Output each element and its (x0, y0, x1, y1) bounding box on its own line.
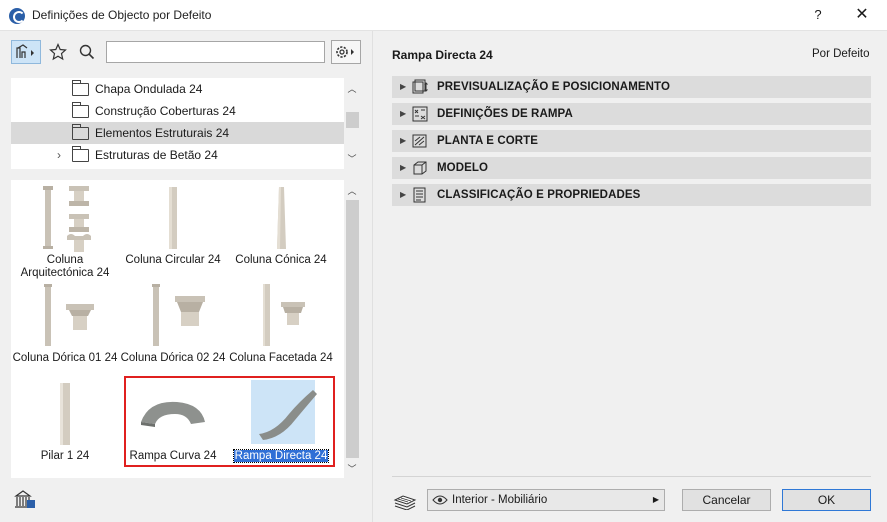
gallery-item[interactable]: Coluna Facetada 24 (227, 282, 335, 378)
gallery-item-label: Coluna Arquitectónica 24 (20, 254, 110, 279)
gallery-item-label: Pilar 1 24 (40, 450, 90, 462)
default-label: Por Defeito (812, 48, 870, 60)
column-circular-icon (169, 187, 177, 249)
expand-arrow-icon: ▶ (400, 109, 407, 118)
section-preview-positioning[interactable]: ▶ PREVISUALIZAÇÃO E POSICIONAMENTO (392, 76, 871, 98)
object-type-button[interactable] (11, 40, 41, 64)
object-type-icon (16, 44, 34, 58)
expand-arrow-icon: ▶ (400, 136, 407, 145)
title-bar: Definições de Objecto por Defeito ? ✕ (0, 0, 887, 31)
tree-item-label: Chapa Ondulada 24 (95, 82, 203, 96)
gallery-item-label: Coluna Facetada 24 (229, 352, 333, 364)
chevron-right-icon[interactable]: › (57, 148, 61, 162)
dropdown-arrow-icon: ▶ (652, 495, 659, 504)
scroll-down-icon[interactable]: ﹀ (344, 462, 360, 475)
gallery-item[interactable]: Coluna Cónica 24 (227, 184, 335, 280)
preview-icon (412, 79, 428, 94)
tree-item[interactable]: Construção Coberturas 24 (11, 100, 344, 122)
column-doric-2-icon (152, 284, 205, 346)
scroll-down-icon[interactable]: ﹀ (344, 152, 360, 165)
column-faceted-icon (263, 284, 305, 346)
ok-button[interactable]: OK (782, 489, 871, 511)
scroll-up-icon[interactable]: ︿ (344, 184, 360, 197)
tree-item-label: Construção Coberturas 24 (95, 104, 236, 118)
tree-item-selected[interactable]: Elementos Estruturais 24 (11, 122, 344, 144)
scrollbar-thumb[interactable] (346, 200, 359, 458)
library-icon (14, 490, 35, 508)
close-button[interactable]: ✕ (850, 4, 874, 26)
gallery-scrollbar[interactable]: ︿ ﹀ (344, 180, 361, 478)
gallery-item[interactable]: Pilar 1 24 (11, 380, 119, 476)
section-model[interactable]: ▶ MODELO (392, 157, 871, 179)
section-label: MODELO (437, 162, 489, 174)
selection-highlight-frame (124, 376, 335, 467)
gallery-item[interactable]: Coluna Dórica 01 24 (11, 282, 119, 378)
gear-icon (336, 46, 354, 58)
scroll-up-icon[interactable]: ︿ (344, 82, 360, 95)
section-floor-plan-section[interactable]: ▶ PLANTA E CORTE (392, 130, 871, 152)
floor-plan-icon (412, 134, 427, 148)
tree-item-label: Estruturas de Betão 24 (95, 148, 218, 162)
layer-icon (393, 495, 417, 510)
tree-item-label: Elementos Estruturais 24 (95, 126, 230, 140)
layer-value: Interior - Mobiliário (452, 494, 548, 506)
pillar-icon (60, 383, 70, 445)
tree-item[interactable]: › Estruturas de Betão 24 (11, 144, 344, 166)
search-input[interactable] (106, 41, 325, 63)
gallery-item[interactable]: Coluna Dórica 02 24 (119, 282, 227, 378)
settings-menu-button[interactable] (331, 40, 361, 64)
folder-icon (72, 80, 89, 96)
archicad-app-icon (9, 8, 25, 24)
gallery-item[interactable]: Coluna Arquitectónica 24 (11, 184, 119, 280)
expand-arrow-icon: ▶ (400, 163, 407, 172)
cancel-button[interactable]: Cancelar (682, 489, 771, 511)
classification-icon (413, 187, 426, 203)
gallery-item-label: Coluna Dórica 01 24 (12, 352, 118, 364)
tree-item[interactable]: Chapa Ondulada 24 (11, 78, 344, 100)
object-name-label: Rampa Directa 24 (392, 48, 493, 62)
section-label: CLASSIFICAÇÃO E PROPRIEDADES (437, 189, 641, 201)
section-label: DEFINIÇÕES DE RAMPA (437, 108, 573, 120)
favorites-button[interactable] (43, 40, 73, 64)
gallery-item[interactable]: Coluna Circular 24 (119, 184, 227, 280)
column-conic-icon (277, 187, 286, 249)
gallery-item-label: Coluna Cónica 24 (235, 254, 327, 266)
eye-icon (432, 495, 448, 505)
section-classification-properties[interactable]: ▶ CLASSIFICAÇÃO E PROPRIEDADES (392, 184, 871, 206)
column-architectonic-icon (43, 186, 91, 252)
ramp-settings-icon (412, 106, 428, 122)
gallery-item-label: Coluna Dórica 02 24 (120, 352, 226, 364)
search-button[interactable] (72, 40, 102, 64)
section-label: PREVISUALIZAÇÃO E POSICIONAMENTO (437, 81, 671, 93)
column-doric-icon (44, 284, 94, 346)
section-label: PLANTA E CORTE (437, 135, 539, 147)
model-cube-icon (413, 161, 427, 175)
star-icon (49, 43, 67, 61)
folder-icon (72, 146, 89, 162)
window-title: Definições de Objecto por Defeito (32, 8, 212, 22)
tree-scrollbar[interactable]: ︿ ﹀ (344, 78, 361, 169)
expand-arrow-icon: ▶ (400, 190, 407, 199)
gallery-item-label: Coluna Circular 24 (125, 254, 221, 266)
folder-icon (72, 124, 89, 140)
folder-tree: Chapa Ondulada 24 Construção Coberturas … (11, 78, 361, 169)
library-manager-button[interactable] (11, 487, 39, 511)
search-icon (79, 44, 95, 60)
footer-separator (392, 476, 871, 477)
section-ramp-settings[interactable]: ▶ DEFINIÇÕES DE RAMPA (392, 103, 871, 125)
help-button[interactable]: ? (806, 4, 830, 26)
layer-dropdown[interactable]: Interior - Mobiliário ▶ (427, 489, 665, 511)
scrollbar-thumb[interactable] (346, 112, 359, 128)
expand-arrow-icon: ▶ (400, 82, 407, 91)
panel-divider (372, 31, 373, 522)
folder-icon (72, 102, 89, 118)
